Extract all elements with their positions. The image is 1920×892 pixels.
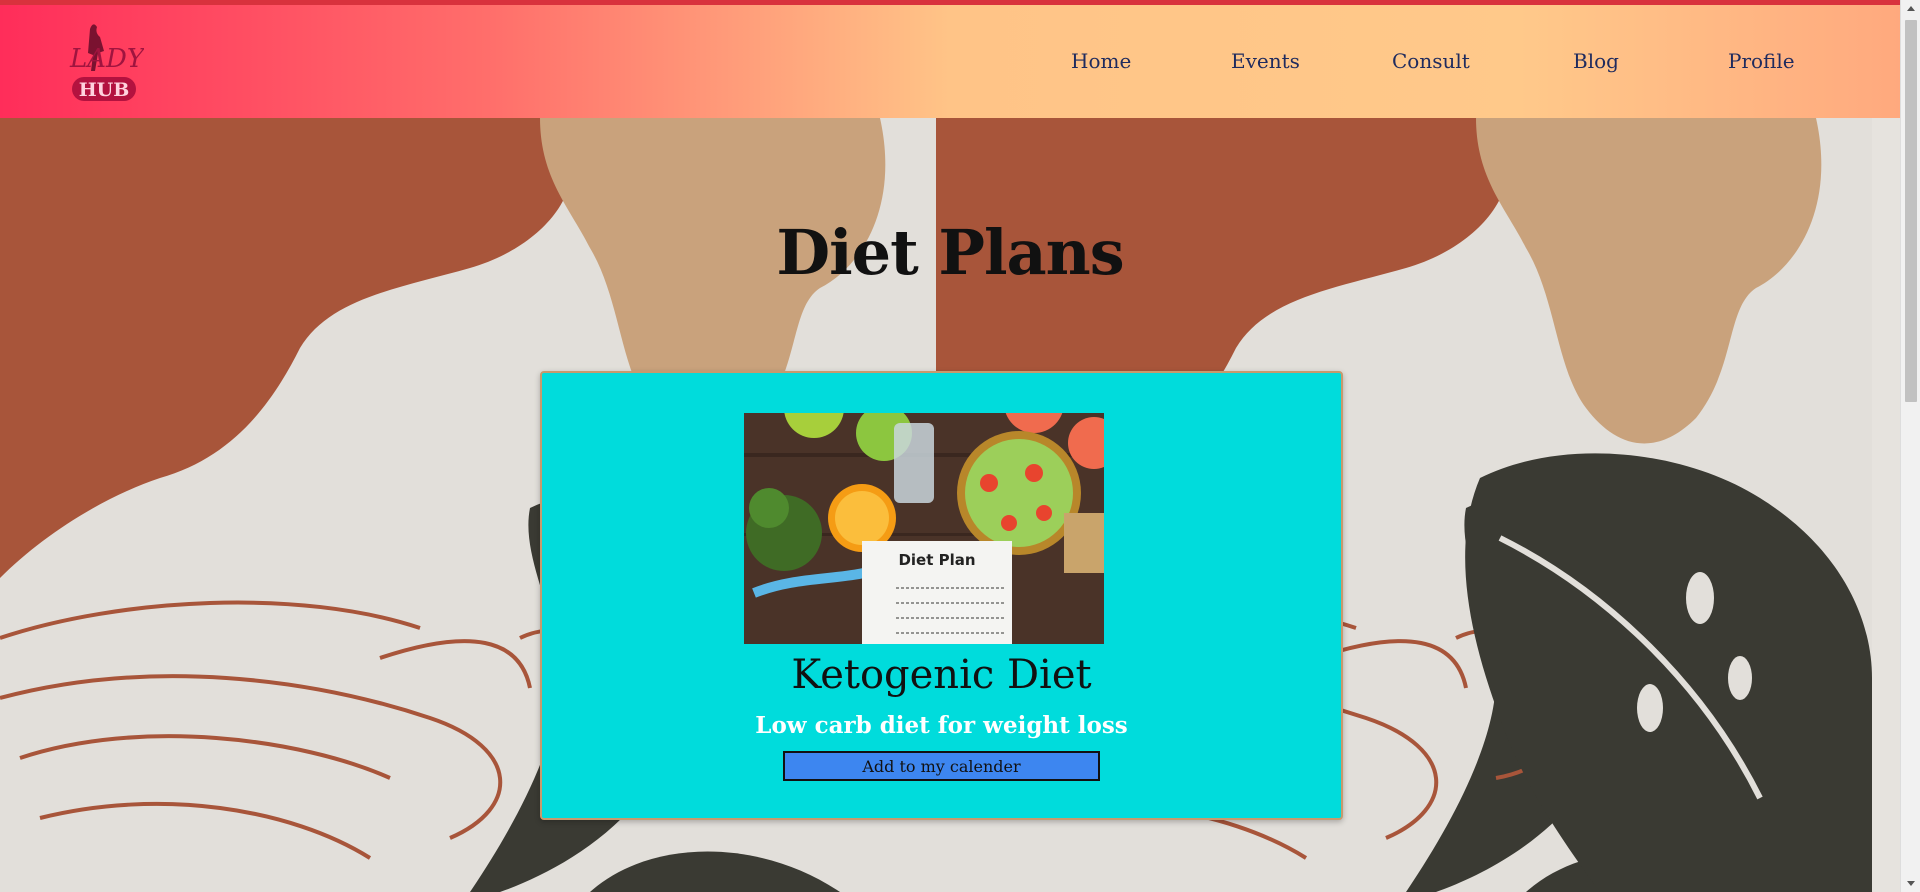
add-to-calendar-button[interactable]: Add to my calender	[783, 751, 1100, 781]
nav-home[interactable]: Home	[1071, 49, 1131, 73]
vertical-scrollbar[interactable]	[1900, 0, 1920, 892]
card-subtitle: Low carb diet for weight loss	[755, 712, 1128, 739]
nav-blog[interactable]: Blog	[1573, 49, 1619, 73]
image-caption: Diet Plan	[898, 551, 975, 569]
page-title: Diet Plans	[776, 216, 1124, 289]
nav-consult[interactable]: Consult	[1392, 49, 1470, 73]
nav-events[interactable]: Events	[1231, 49, 1300, 73]
diet-plan-image: Diet Plan	[744, 413, 1104, 644]
scroll-up-icon[interactable]	[1901, 0, 1920, 17]
nav-profile[interactable]: Profile	[1728, 49, 1795, 73]
diet-plan-card: Diet Plan Ketogenic Diet Low carb diet f…	[540, 371, 1343, 820]
scrollbar-thumb[interactable]	[1905, 20, 1917, 402]
lady-hub-logo[interactable]: LADY HUB	[68, 19, 147, 103]
logo-bottom-text: HUB	[79, 79, 130, 101]
logo-top-text: LADY	[69, 44, 144, 74]
card-title: Ketogenic Diet	[791, 652, 1092, 698]
scroll-down-icon[interactable]	[1901, 875, 1920, 892]
